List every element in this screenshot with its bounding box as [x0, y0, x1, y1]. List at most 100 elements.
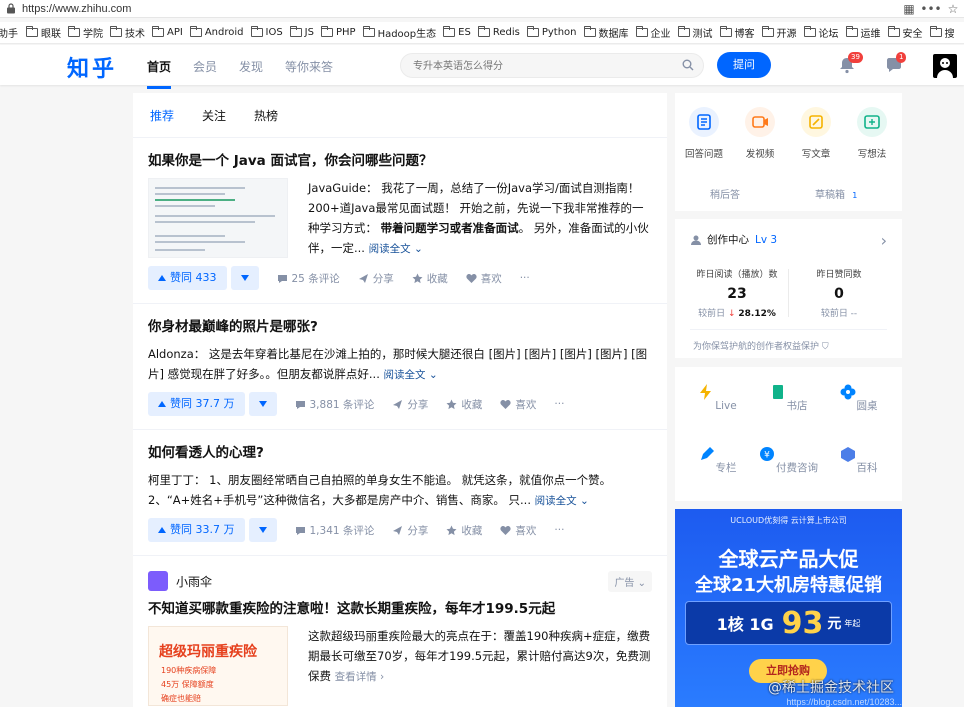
- ad-title[interactable]: 不知道买哪款重疾险的注意啦！这款长期重疾险，每年才199.5元起: [148, 600, 652, 618]
- tab-hot[interactable]: 热榜: [254, 107, 278, 124]
- bookmark-folder[interactable]: Android: [189, 26, 244, 38]
- bookmark-folder[interactable]: 眼联: [26, 25, 61, 40]
- favorite-button[interactable]: 收藏: [446, 523, 482, 538]
- question-title[interactable]: 你身材最巅峰的照片是哪张?: [148, 318, 652, 336]
- star-icon[interactable]: ☆: [942, 2, 964, 16]
- upvote-button[interactable]: 赞同 33.7 万: [148, 518, 245, 542]
- answer-icon[interactable]: [689, 107, 719, 137]
- bookmark-folder[interactable]: ES: [443, 26, 471, 38]
- share-button[interactable]: 分享: [392, 523, 428, 538]
- bookmark-folder[interactable]: IOS: [250, 26, 283, 38]
- qr-icon[interactable]: ▦: [898, 2, 920, 16]
- read-more-link[interactable]: 阅读全文 ⌄: [384, 369, 438, 381]
- answer-thumbnail[interactable]: [148, 178, 288, 258]
- bookmark-folder[interactable]: Hadoop生态: [362, 25, 436, 40]
- favorite-button[interactable]: 收藏: [446, 397, 482, 412]
- bookmark-folder[interactable]: 技术: [110, 25, 145, 40]
- more-options-icon[interactable]: ···: [554, 524, 564, 536]
- upvote-button[interactable]: 赞同 433: [148, 266, 227, 290]
- bookmark-folder[interactable]: 学院: [68, 25, 103, 40]
- share-button[interactable]: 分享: [358, 271, 394, 286]
- create-label[interactable]: 发视频: [735, 146, 785, 160]
- avatar[interactable]: [933, 54, 957, 78]
- ad-brand[interactable]: 小雨伞: [176, 573, 212, 590]
- downvote-button[interactable]: [230, 266, 259, 290]
- comment-button[interactable]: 1,341 条评论: [295, 523, 374, 538]
- grid-item-live[interactable]: Live: [687, 383, 747, 412]
- grid-item-consult[interactable]: ¥ 付费咨询: [758, 445, 818, 475]
- create-label[interactable]: 写想法: [847, 146, 897, 160]
- search-icon[interactable]: [682, 59, 694, 71]
- upvote-button[interactable]: 赞同 37.7 万: [148, 392, 245, 416]
- bookmark-folder[interactable]: API: [152, 26, 183, 38]
- like-button[interactable]: 喜欢: [500, 523, 536, 538]
- bookmark-folder[interactable]: 测试: [677, 25, 713, 40]
- like-button[interactable]: 喜欢: [500, 397, 536, 412]
- bookmark-folder[interactable]: Redis: [477, 26, 520, 38]
- star-icon: [412, 273, 423, 283]
- url-text[interactable]: https://www.zhihu.com: [22, 3, 898, 15]
- more-options-icon[interactable]: ···: [520, 272, 530, 284]
- bookmark-folder[interactable]: 数据库: [583, 25, 629, 40]
- question-title[interactable]: 如何看透人的心理?: [148, 444, 652, 462]
- bookmark-folder[interactable]: Python: [526, 26, 577, 38]
- bookmark-folder[interactable]: 博客: [719, 25, 755, 40]
- read-more-link[interactable]: 阅读全文 ⌄: [535, 495, 589, 507]
- bookmark-folder[interactable]: 搜: [929, 25, 955, 40]
- downvote-button[interactable]: [248, 518, 277, 542]
- answer-later-link[interactable]: 稍后答: [710, 186, 740, 201]
- tab-follow[interactable]: 关注: [202, 107, 226, 124]
- up-arrow-icon: [158, 401, 166, 407]
- grid-item-wiki[interactable]: 百科: [828, 445, 888, 475]
- more-icon[interactable]: •••: [920, 2, 942, 16]
- answer-excerpt[interactable]: Aldonza： 这是去年穿着比基尼在沙滩上拍的，那时候大腿还很白 [图片] […: [148, 344, 652, 385]
- ad-image[interactable]: 超级玛丽重疾险 190种疾病保障 45万 保障额度 确症也能赔: [148, 626, 288, 706]
- bookmark-folder[interactable]: PHP: [320, 26, 356, 38]
- ad-excerpt[interactable]: 这款超级玛丽重疾险最大的亮点在于：覆盖190种疾病+症症，缴费期最长可缴至70岁…: [308, 626, 652, 706]
- grid-item-roundtable[interactable]: 圆桌: [828, 383, 888, 413]
- banner-line2: 全球21大机房特惠促销: [694, 575, 883, 596]
- comment-button[interactable]: 25 条评论: [277, 271, 340, 286]
- favorite-button[interactable]: 收藏: [412, 271, 448, 286]
- bookmark-folder[interactable]: 论坛: [803, 25, 839, 40]
- chevron-right-icon[interactable]: ›: [881, 231, 887, 250]
- bookmark-lead[interactable]: 助手: [0, 25, 18, 40]
- downvote-button[interactable]: [248, 392, 277, 416]
- like-button[interactable]: 喜欢: [466, 271, 502, 286]
- nav-home[interactable]: 首页: [147, 58, 172, 89]
- bookmark-folder[interactable]: 安全: [887, 25, 923, 40]
- nav-discover[interactable]: 发现: [239, 58, 263, 75]
- create-label[interactable]: 回答问题: [679, 146, 729, 160]
- tab-recommend[interactable]: 推荐: [150, 107, 174, 124]
- answer-excerpt[interactable]: 柯里丁丁： 1、朋友圈经常晒自己自拍照的单身女生不能追。 就凭这条，就值你点一个…: [148, 470, 652, 511]
- creator-center-title[interactable]: 创作中心 Lv 3: [690, 232, 777, 247]
- drafts-link[interactable]: 草稿箱 1: [815, 186, 857, 201]
- search-input[interactable]: [401, 55, 661, 78]
- create-label[interactable]: 写文章: [791, 146, 841, 160]
- question-title[interactable]: 如果你是一个 Java 面试官，你会问哪些问题？: [148, 152, 652, 170]
- more-options-icon[interactable]: ···: [554, 398, 564, 410]
- comment-button[interactable]: 3,881 条评论: [295, 397, 374, 412]
- bookmark-folder[interactable]: JS: [289, 26, 314, 38]
- bookmark-folder[interactable]: 企业: [635, 25, 671, 40]
- folder-icon: [289, 26, 302, 37]
- read-more-link[interactable]: 阅读全文 ⌄: [369, 243, 423, 255]
- grid-item-column[interactable]: 专栏: [687, 445, 747, 475]
- bookmark-folder[interactable]: 开源: [761, 25, 797, 40]
- nav-waiting[interactable]: 等你来答: [285, 58, 333, 75]
- ad-detail-link[interactable]: 查看详情 ›: [335, 671, 385, 683]
- thought-icon[interactable]: [857, 107, 887, 137]
- bookmark-folder[interactable]: 运维: [845, 25, 881, 40]
- video-icon[interactable]: [745, 107, 775, 137]
- zhihu-logo[interactable]: 知乎: [67, 51, 117, 83]
- ad-tag[interactable]: 广告 ⌄: [608, 571, 652, 592]
- article-icon[interactable]: [801, 107, 831, 137]
- creator-rights-link[interactable]: 为你保驾护航的创作者权益保护 ⛉: [693, 339, 829, 352]
- share-button[interactable]: 分享: [392, 397, 428, 412]
- promo-banner[interactable]: UCLOUD优刻得 云计算上市公司 全球云产品大促 全球21大机房特惠促销 1核…: [675, 509, 902, 707]
- grid-item-bookstore[interactable]: 书店: [758, 383, 818, 413]
- answer-excerpt[interactable]: JavaGuide： 我花了一周，总结了一份Java学习/面试自测指南！200+…: [308, 178, 652, 259]
- nav-vip[interactable]: 会员: [193, 58, 217, 75]
- ask-button[interactable]: 提问: [717, 52, 771, 78]
- share-icon: [393, 525, 403, 535]
